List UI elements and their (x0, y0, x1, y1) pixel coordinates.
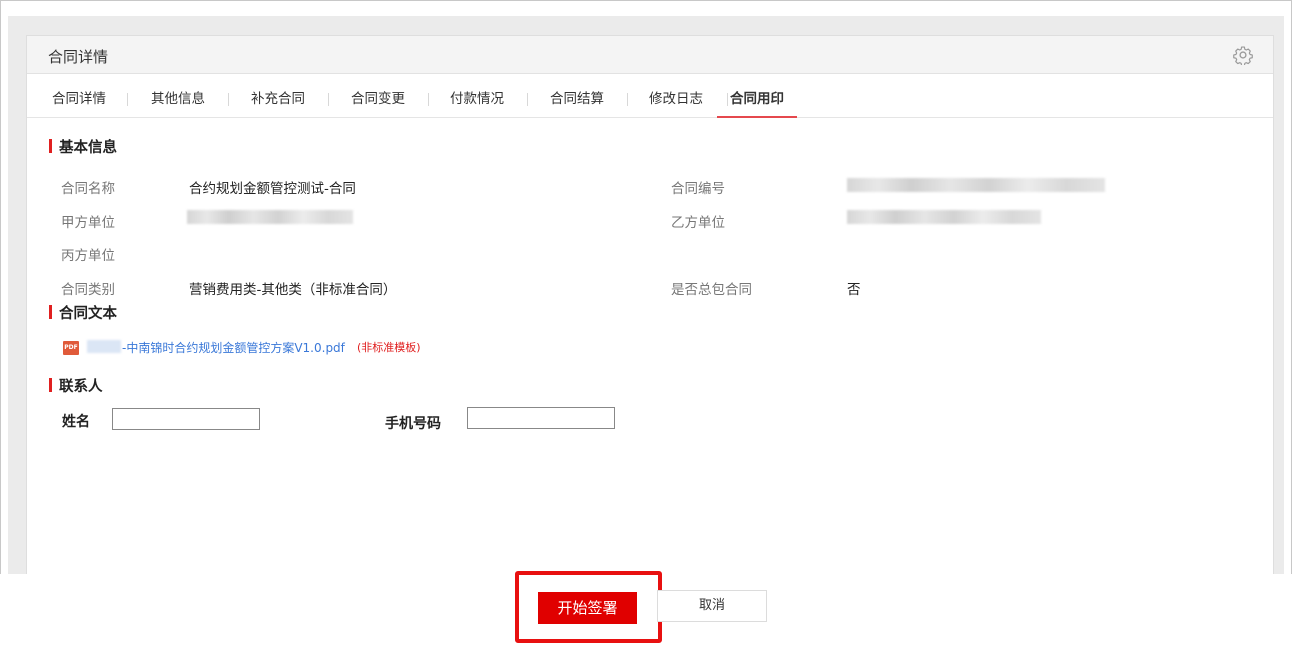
is-general-contract-label: 是否总包合同 (671, 282, 752, 298)
contract-detail-panel: 合同详情 合同详情 其他信息 补充合同 合同变更 付款情况 合同结算 修改日志 … (26, 35, 1274, 574)
contract-no-redacted (847, 178, 1105, 192)
contract-no-label: 合同编号 (671, 181, 725, 197)
tab-separator (527, 93, 528, 106)
party-c-label: 丙方单位 (61, 248, 115, 264)
panel-title: 合同详情 (48, 48, 109, 66)
start-sign-button[interactable]: 开始签署 (538, 592, 637, 624)
tab-separator (328, 93, 329, 106)
section-title-basic-info: 基本信息 (49, 136, 117, 157)
section-title-contact: 联系人 (49, 375, 103, 396)
party-b-label: 乙方单位 (671, 215, 725, 231)
contact-name-input[interactable] (112, 408, 260, 430)
contract-type-value: 营销费用类-其他类（非标准合同） (189, 282, 397, 298)
tab-contract-change[interactable]: 合同变更 (340, 84, 416, 118)
section-title-contract-text: 合同文本 (49, 302, 117, 323)
tab-bar: 合同详情 其他信息 补充合同 合同变更 付款情况 合同结算 修改日志 合同用印 (27, 84, 1273, 118)
file-template-tag: (非标准模板) (357, 341, 421, 354)
tab-contract-seal[interactable]: 合同用印 (717, 84, 797, 118)
tab-contract-settlement[interactable]: 合同结算 (539, 84, 615, 118)
contract-type-label: 合同类别 (61, 282, 115, 298)
tab-separator (228, 93, 229, 106)
tab-separator (428, 93, 429, 106)
party-a-label: 甲方单位 (61, 215, 115, 231)
contract-name-value: 合约规划金额管控测试-合同 (189, 181, 356, 197)
panel-header: 合同详情 (27, 36, 1273, 74)
tab-contract-detail[interactable]: 合同详情 (41, 84, 117, 118)
contact-name-label: 姓名 (62, 414, 90, 430)
file-name-redacted (87, 340, 121, 353)
contact-phone-label: 手机号码 (385, 416, 441, 432)
tab-change-log[interactable]: 修改日志 (638, 84, 714, 118)
tab-supplementary-contract[interactable]: 补充合同 (240, 84, 316, 118)
party-b-redacted (847, 210, 1041, 224)
contact-phone-input[interactable] (467, 407, 615, 429)
gear-icon[interactable] (1233, 45, 1253, 65)
contract-name-label: 合同名称 (61, 181, 115, 197)
tab-separator (627, 93, 628, 106)
pdf-file-icon: PDF (63, 341, 79, 355)
tab-separator (127, 93, 128, 106)
is-general-contract-value: 否 (847, 282, 861, 298)
cancel-button[interactable]: 取消 (657, 590, 767, 622)
tab-payment-status[interactable]: 付款情况 (439, 84, 515, 118)
tab-other-info[interactable]: 其他信息 (140, 84, 216, 118)
party-a-redacted (187, 210, 353, 224)
contract-file-link[interactable]: -中南锦时合约规划金额管控方案V1.0.pdf (122, 339, 345, 356)
